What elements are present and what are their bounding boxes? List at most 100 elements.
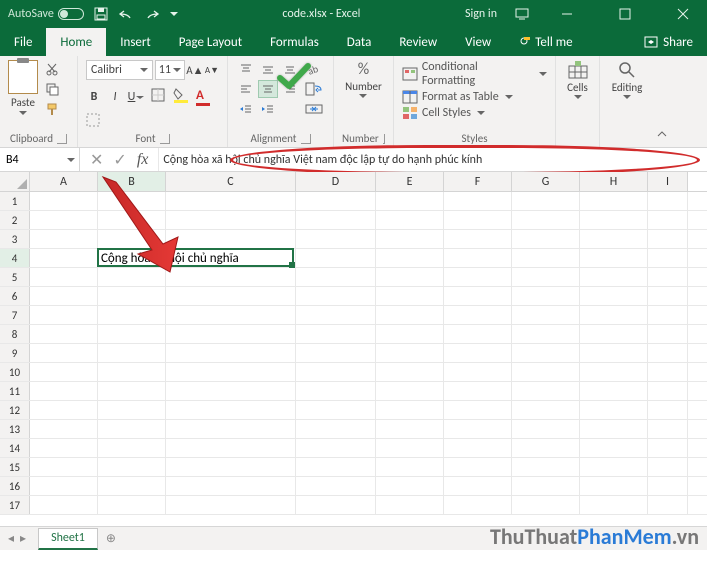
cell[interactable] (376, 192, 444, 210)
cell[interactable] (580, 401, 648, 419)
cell[interactable] (98, 344, 166, 362)
cell[interactable] (648, 382, 688, 400)
cell[interactable] (98, 325, 166, 343)
row-header[interactable]: 6 (0, 287, 30, 305)
cell[interactable] (30, 325, 98, 343)
cell[interactable] (512, 458, 580, 476)
row-header[interactable]: 4 (0, 249, 30, 267)
cell[interactable] (512, 268, 580, 286)
italic-button[interactable]: I (107, 89, 123, 105)
cell[interactable] (648, 477, 688, 495)
cell[interactable] (580, 192, 648, 210)
row-header[interactable]: 1 (0, 192, 30, 210)
cell[interactable] (296, 325, 376, 343)
cell[interactable] (30, 344, 98, 362)
row-header[interactable]: 12 (0, 401, 30, 419)
maximize-button[interactable] (605, 0, 645, 28)
cell[interactable] (98, 192, 166, 210)
cell[interactable] (98, 458, 166, 476)
cell[interactable] (444, 344, 512, 362)
cell[interactable] (296, 458, 376, 476)
cell[interactable] (166, 325, 296, 343)
cell[interactable] (166, 268, 296, 286)
cell[interactable] (512, 439, 580, 457)
cell[interactable] (166, 420, 296, 438)
cell[interactable] (166, 382, 296, 400)
cell[interactable] (30, 249, 98, 267)
cell[interactable] (580, 306, 648, 324)
font-launcher[interactable] (160, 134, 170, 144)
cell[interactable] (296, 477, 376, 495)
cell[interactable] (98, 477, 166, 495)
tab-scroll-right-icon[interactable]: ▸ (20, 531, 26, 546)
redo-icon[interactable] (144, 8, 160, 20)
column-header[interactable]: I (648, 172, 688, 191)
underline-button[interactable]: U (128, 89, 144, 105)
cell[interactable] (376, 287, 444, 305)
number-format-button[interactable]: Number (345, 80, 382, 93)
cell-styles-button[interactable]: Cell Styles (402, 106, 547, 120)
column-header[interactable]: A (30, 172, 98, 191)
cell[interactable] (166, 192, 296, 210)
cell[interactable] (30, 439, 98, 457)
row-header[interactable]: 11 (0, 382, 30, 400)
cell[interactable] (30, 306, 98, 324)
alignment-launcher[interactable] (301, 134, 311, 144)
borders-button[interactable] (150, 87, 166, 107)
cell[interactable] (580, 477, 648, 495)
row-header[interactable]: 8 (0, 325, 30, 343)
cell[interactable] (30, 401, 98, 419)
cell[interactable] (166, 287, 296, 305)
align-bottom-button[interactable] (280, 60, 300, 78)
cell[interactable] (376, 477, 444, 495)
cell[interactable] (166, 211, 296, 229)
cell[interactable] (648, 230, 688, 248)
cell[interactable] (580, 211, 648, 229)
cut-button[interactable] (42, 60, 62, 78)
cell[interactable] (580, 420, 648, 438)
cell[interactable] (166, 496, 296, 514)
cell[interactable] (296, 363, 376, 381)
formula-input[interactable]: Cộng hòa xã hội chủ nghĩa Việt nam độc l… (159, 148, 707, 171)
font-color-button[interactable]: A (196, 88, 210, 107)
wrap-text-button[interactable] (304, 80, 324, 98)
cell[interactable] (98, 306, 166, 324)
row-header[interactable]: 15 (0, 458, 30, 476)
row-header[interactable]: 7 (0, 306, 30, 324)
column-header[interactable]: G (512, 172, 580, 191)
cell[interactable] (30, 287, 98, 305)
decrease-font-icon[interactable]: A▼ (205, 62, 219, 78)
row-header[interactable]: 17 (0, 496, 30, 514)
cell[interactable] (444, 268, 512, 286)
cell[interactable] (98, 211, 166, 229)
cell[interactable] (296, 344, 376, 362)
cell[interactable] (512, 249, 580, 267)
font-size-combo[interactable]: 11 (155, 60, 185, 80)
cell[interactable] (512, 496, 580, 514)
cell[interactable] (166, 439, 296, 457)
cell[interactable] (30, 230, 98, 248)
cell[interactable] (296, 249, 376, 267)
close-button[interactable] (663, 0, 703, 28)
clipboard-launcher[interactable] (57, 134, 67, 144)
cell[interactable] (444, 249, 512, 267)
cell[interactable] (580, 344, 648, 362)
format-as-table-button[interactable]: Format as Table (402, 90, 547, 104)
signin-button[interactable]: Sign in (465, 7, 497, 21)
cell[interactable] (512, 211, 580, 229)
share-button[interactable]: Share (630, 28, 707, 56)
cell[interactable] (580, 439, 648, 457)
cell[interactable] (30, 382, 98, 400)
cell[interactable] (376, 458, 444, 476)
row-header[interactable]: 5 (0, 268, 30, 286)
cell[interactable] (376, 306, 444, 324)
font-name-combo[interactable]: Calibri (86, 60, 153, 80)
save-icon[interactable] (94, 7, 108, 21)
cell[interactable] (98, 230, 166, 248)
row-header[interactable]: 13 (0, 420, 30, 438)
name-box[interactable]: B4 (0, 148, 80, 171)
cell[interactable] (512, 401, 580, 419)
tab-file[interactable]: File (0, 28, 46, 56)
cell[interactable] (376, 344, 444, 362)
row-header[interactable]: 14 (0, 439, 30, 457)
